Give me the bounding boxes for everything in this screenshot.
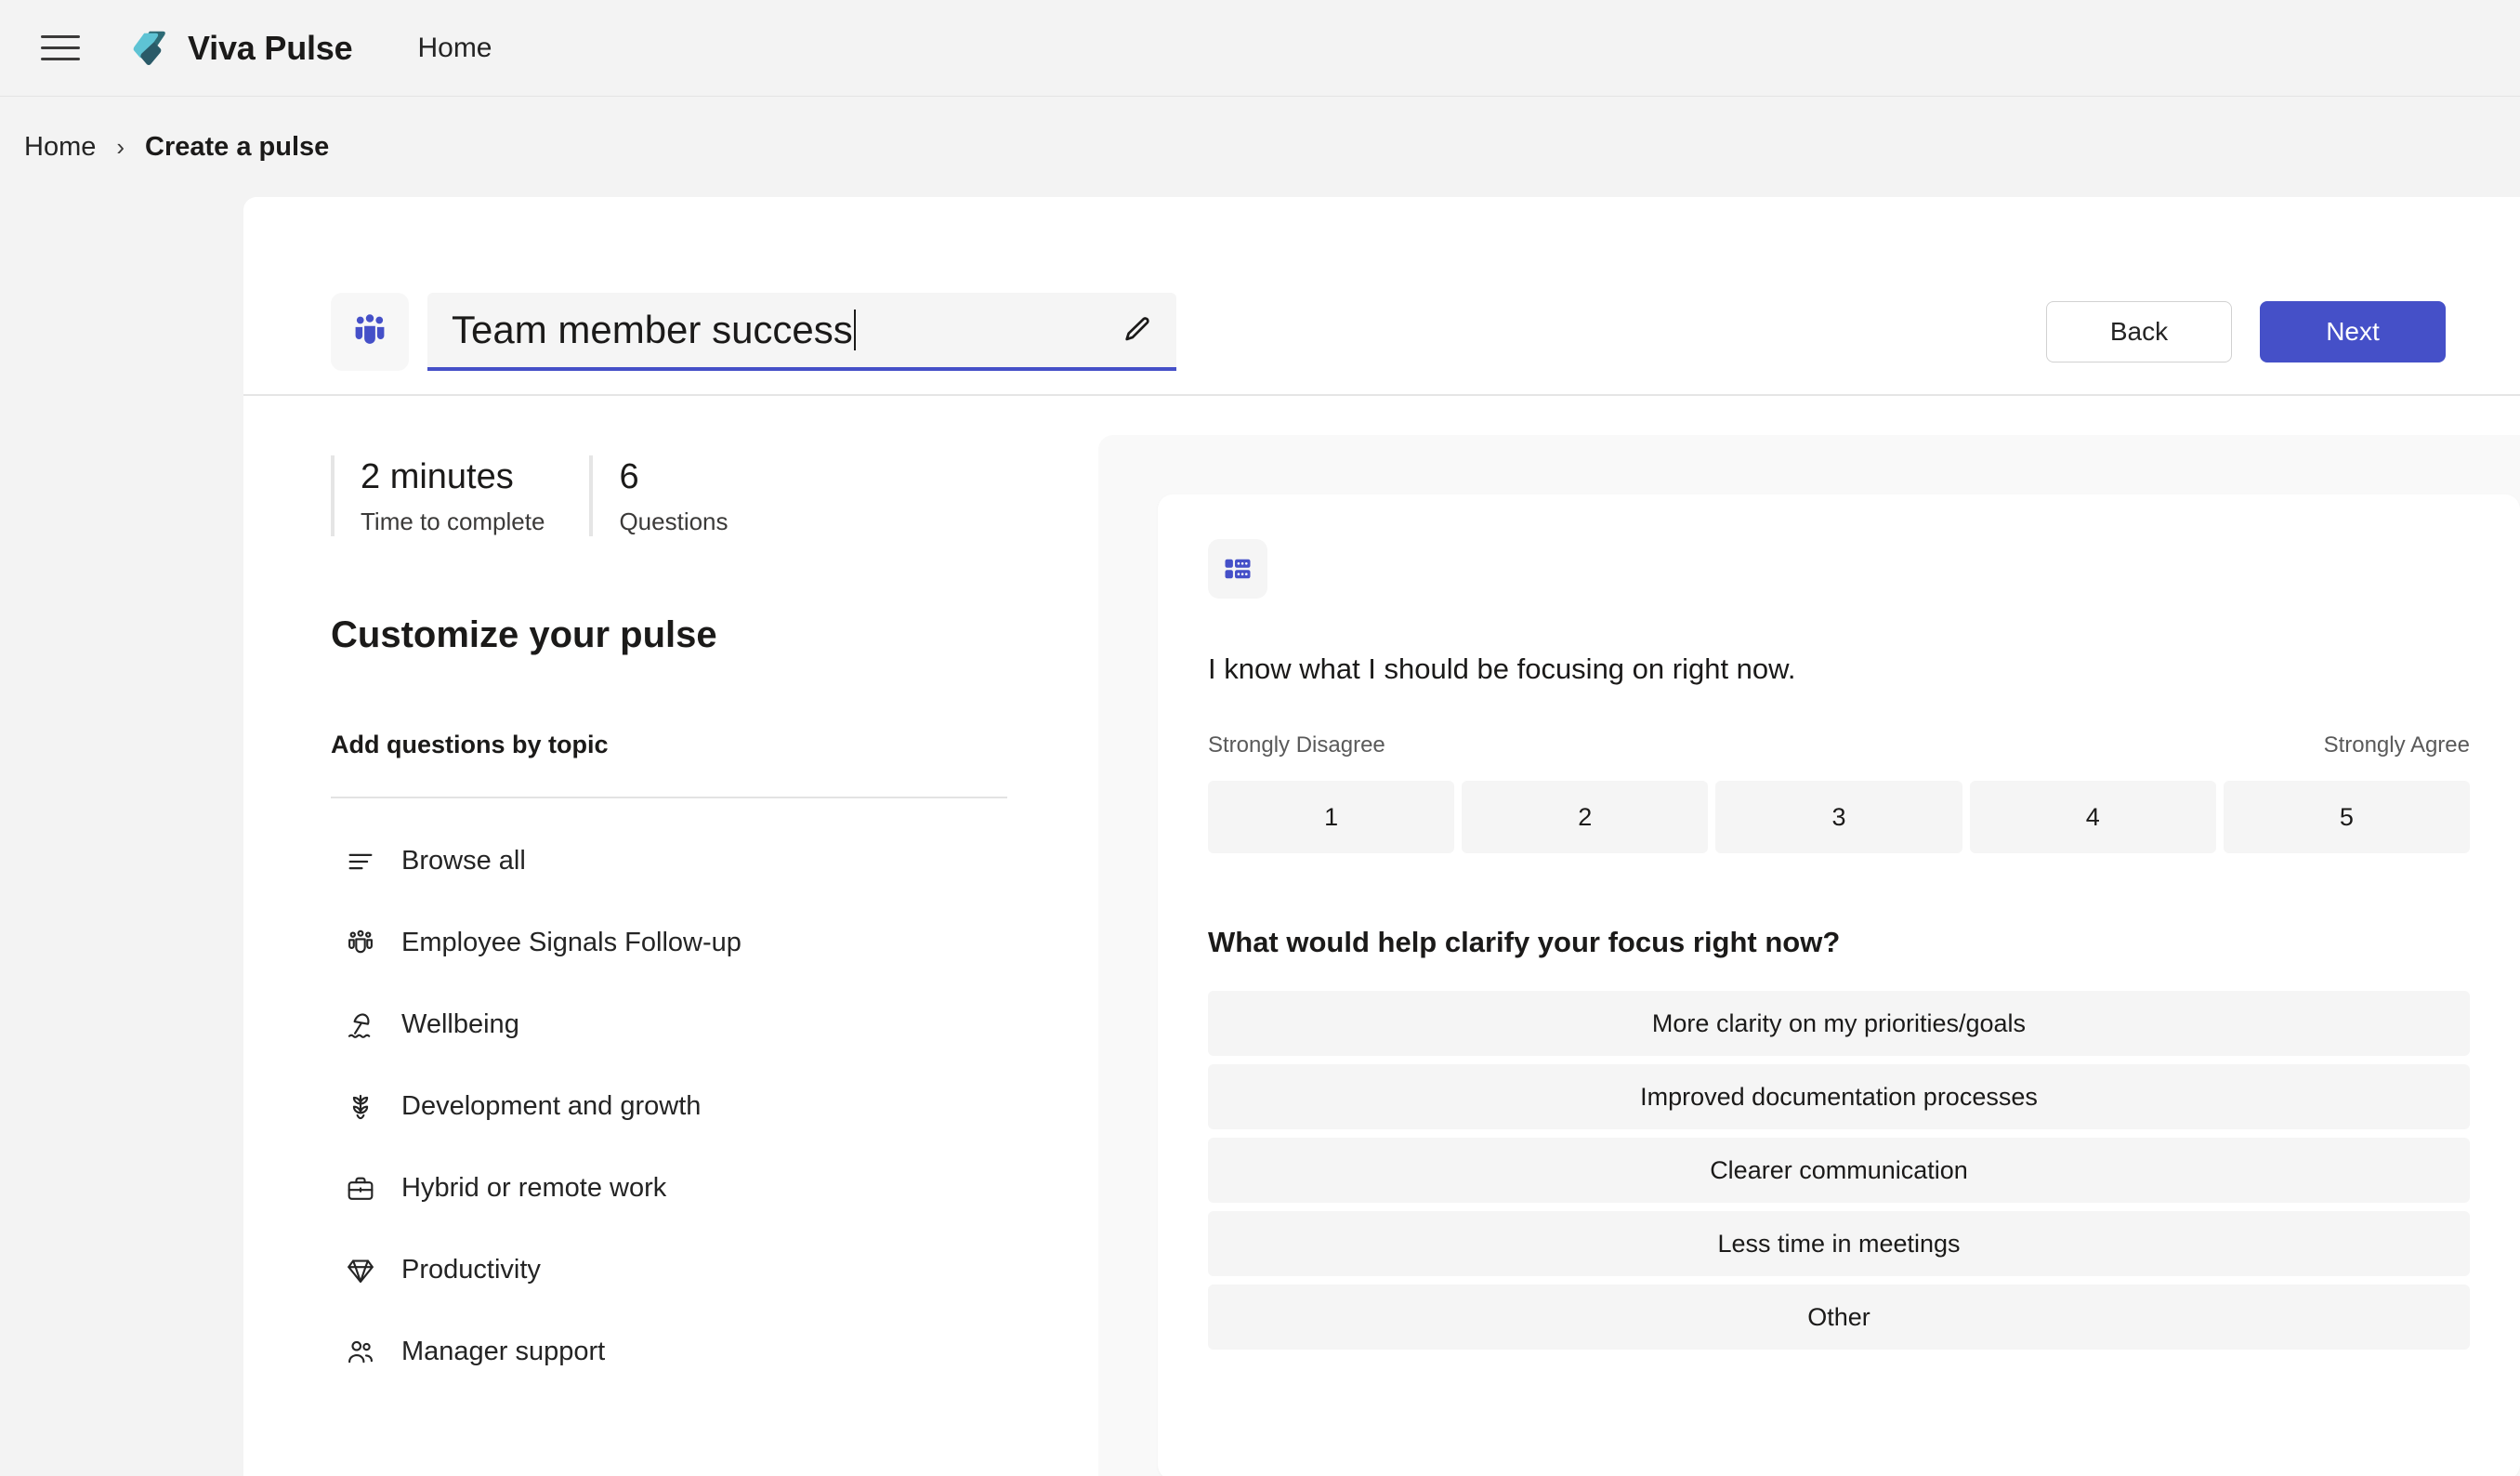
stat-label: Questions <box>619 507 728 535</box>
list-icon <box>344 845 377 878</box>
edit-title-button[interactable] <box>1117 310 1158 350</box>
next-button[interactable]: Next <box>2260 301 2446 362</box>
question-2-options: More clarity on my priorities/goals Impr… <box>1208 991 2470 1350</box>
stat-questions: 6 Questions <box>589 455 728 536</box>
scale-endpoint-labels: Strongly Disagree Strongly Agree <box>1208 732 2470 758</box>
topic-label: Hybrid or remote work <box>401 1173 667 1203</box>
viva-pulse-logo-icon <box>133 31 165 65</box>
stat-time-to-complete: 2 minutes Time to complete <box>331 455 545 536</box>
brand[interactable]: Viva Pulse <box>126 27 353 70</box>
topic-item-manager-support[interactable]: Manager support <box>331 1311 1098 1393</box>
scale-high-label: Strongly Agree <box>2323 732 2470 758</box>
rating-option-1[interactable]: 1 <box>1208 781 1455 853</box>
nav-item-home[interactable]: Home <box>417 33 492 64</box>
choice-option-clearer-communication[interactable]: Clearer communication <box>1208 1138 2470 1203</box>
topic-item-browse-all[interactable]: Browse all <box>331 821 1098 903</box>
question-type-badge <box>1208 539 1267 599</box>
pulse-title-input[interactable]: Team member success <box>427 293 1176 371</box>
pulse-avatar <box>331 293 409 371</box>
breadcrumb: Home › Create a pulse <box>0 97 2520 197</box>
pulse-title-row: Team member success Back Next <box>243 197 2520 394</box>
page-shell: Team member success Back Next 2 minutes <box>0 197 2520 1476</box>
preview-panel: I know what I should be focusing on righ… <box>1098 435 2520 1476</box>
question-1-text: I know what I should be focusing on righ… <box>1208 652 1796 685</box>
hamburger-menu-icon[interactable] <box>41 27 84 70</box>
app-header: Viva Pulse Home <box>0 0 2520 97</box>
diamond-gem-icon <box>344 1254 377 1287</box>
pulse-title-value: Team member success <box>452 308 1117 352</box>
topic-item-wellbeing[interactable]: Wellbeing <box>331 984 1098 1066</box>
rating-option-4[interactable]: 4 <box>1969 781 2216 853</box>
stat-value: 2 minutes <box>361 457 514 496</box>
breadcrumb-current-page: Create a pulse <box>145 131 330 162</box>
topic-item-employee-signals-follow-up[interactable]: Employee Signals Follow-up <box>331 903 1098 984</box>
topic-item-development-and-growth[interactable]: Development and growth <box>331 1066 1098 1148</box>
rating-scale-options: 1 2 3 4 5 <box>1208 781 2471 853</box>
wizard-actions: Back Next <box>2046 301 2520 362</box>
preview-column: I know what I should be focusing on righ… <box>1098 396 2520 1476</box>
text-caret <box>853 310 856 350</box>
question-preview-card: I know what I should be focusing on righ… <box>1158 494 2520 1476</box>
page-title: Customize your pulse <box>331 613 717 655</box>
topic-label: Wellbeing <box>401 1009 519 1039</box>
topic-label: Employee Signals Follow-up <box>401 928 742 957</box>
beach-umbrella-icon <box>344 1008 377 1042</box>
topic-label: Development and growth <box>401 1091 702 1121</box>
topic-list: Browse all Employee Signals Follow-up We… <box>331 821 1098 1393</box>
hamburger-line <box>41 35 80 38</box>
sprout-plant-icon <box>344 1090 377 1124</box>
topic-label: Productivity <box>401 1255 541 1285</box>
topic-label: Manager support <box>401 1337 606 1366</box>
rating-scale-icon <box>1225 559 1251 579</box>
people-team-icon <box>355 314 385 344</box>
rating-option-2[interactable]: 2 <box>1462 781 1709 853</box>
choice-option-less-meetings[interactable]: Less time in meetings <box>1208 1211 2470 1276</box>
breadcrumb-link-home[interactable]: Home <box>24 132 96 163</box>
pencil-icon <box>1125 317 1149 341</box>
hamburger-line <box>41 46 80 49</box>
chevron-right-icon: › <box>116 133 125 161</box>
stat-label: Time to complete <box>361 507 545 535</box>
customize-panel: 2 minutes Time to complete 6 Questions C… <box>243 396 1098 1476</box>
stat-value: 6 <box>619 457 639 496</box>
choice-option-more-clarity[interactable]: More clarity on my priorities/goals <box>1208 991 2470 1056</box>
choice-option-improved-documentation[interactable]: Improved documentation processes <box>1208 1064 2470 1129</box>
topics-divider <box>331 796 1007 798</box>
rating-option-3[interactable]: 3 <box>1715 781 1962 853</box>
topic-item-hybrid-or-remote-work[interactable]: Hybrid or remote work <box>331 1148 1098 1230</box>
body-columns: 2 minutes Time to complete 6 Questions C… <box>243 396 2520 1476</box>
pulse-stats: 2 minutes Time to complete 6 Questions <box>331 455 1098 536</box>
briefcase-icon <box>344 1172 377 1206</box>
main-content: Team member success Back Next 2 minutes <box>243 197 2520 1476</box>
topic-item-productivity[interactable]: Productivity <box>331 1230 1098 1311</box>
question-2-text: What would help clarify your focus right… <box>1208 926 1841 958</box>
brand-name: Viva Pulse <box>188 28 353 67</box>
people-team-icon <box>344 927 377 960</box>
hamburger-line <box>41 58 80 60</box>
topic-label: Browse all <box>401 846 526 876</box>
choice-option-other[interactable]: Other <box>1208 1285 2470 1350</box>
rating-option-5[interactable]: 5 <box>2223 781 2471 853</box>
add-questions-heading: Add questions by topic <box>331 730 609 758</box>
scale-low-label: Strongly Disagree <box>1208 732 1385 758</box>
people-icon <box>344 1336 377 1369</box>
back-button[interactable]: Back <box>2046 301 2232 362</box>
